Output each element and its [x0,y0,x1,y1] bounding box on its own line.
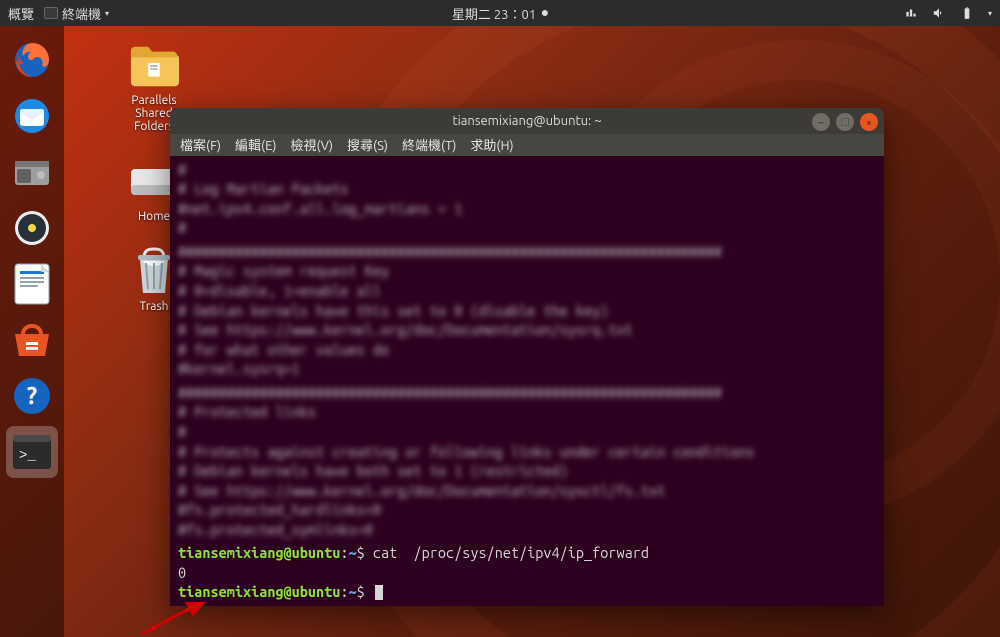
menu-help[interactable]: 求助(H) [470,135,513,154]
terminal-output-blurred: ########################################… [178,242,876,379]
rhythmbox-icon [10,206,54,250]
maximize-icon: ▢ [841,117,849,128]
prompt-path: ~ [349,544,357,561]
menu-terminal[interactable]: 終端機(T) [402,135,456,154]
chevron-down-icon: ▾ [105,9,109,18]
sound-icon[interactable] [932,6,946,20]
app-menu[interactable]: 終端機 ▾ [44,4,109,23]
terminal-output: 0 [178,563,876,583]
activities-button[interactable]: 概覽 [8,4,34,23]
prompt-sigil: $ [357,583,365,600]
top-panel: 概覽 終端機 ▾ 星期二 23：01 ▾ [0,0,1000,26]
terminal-output-blurred: # # Log Martian Packets #net.ipv4.conf.a… [178,160,876,238]
prompt-sep: : [340,583,348,600]
thunderbird-icon [10,94,54,138]
network-icon[interactable] [904,6,918,20]
window-title: tiansemixiang@ubuntu: ~ [452,114,601,128]
panel-right: ▾ [904,6,992,20]
menu-view[interactable]: 檢視(V) [291,135,333,154]
dock-software[interactable] [6,314,58,366]
prompt-sigil: $ [357,544,365,561]
prompt-sep: : [340,544,348,561]
close-button[interactable]: × [860,113,878,131]
prompt-user: tiansemixiang@ubuntu [178,583,340,600]
clock-text: 星期二 23：01 [452,4,536,23]
window-controls: – ▢ × [812,113,878,131]
dock-rhythmbox[interactable] [6,202,58,254]
system-menu-caret-icon[interactable]: ▾ [988,9,992,18]
prompt-user: tiansemixiang@ubuntu [178,544,340,561]
svg-text:?: ? [27,382,38,409]
terminal-prompt-line: tiansemixiang@ubuntu:~$ [178,582,876,602]
panel-clock[interactable]: 星期二 23：01 [452,4,548,23]
dock-terminal[interactable]: >_ [6,426,58,478]
terminal-output-blurred: ########################################… [178,383,876,540]
titlebar[interactable]: tiansemixiang@ubuntu: ~ – ▢ × [170,108,884,134]
ubuntu-software-icon [10,318,54,362]
terminal-window: tiansemixiang@ubuntu: ~ – ▢ × 檔案(F) 編輯(E… [170,108,884,606]
firefox-icon [10,38,54,82]
notification-dot-icon [542,10,548,16]
files-icon [10,150,54,194]
dock-firefox[interactable] [6,34,58,86]
terminal-body[interactable]: # # Log Martian Packets #net.ipv4.conf.a… [170,156,884,606]
folder-icon [129,42,179,90]
terminal-icon: >_ [10,430,54,474]
dock: ? >_ [0,26,64,637]
maximize-button[interactable]: ▢ [836,113,854,131]
menu-search[interactable]: 搜尋(S) [347,135,388,154]
battery-icon[interactable] [960,6,974,20]
dock-writer[interactable] [6,258,58,310]
dock-thunderbird[interactable] [6,90,58,142]
minimize-button[interactable]: – [812,113,830,131]
app-menu-label: 終端機 [62,4,101,23]
prompt-path: ~ [349,583,357,600]
terminal-command: cat /proc/sys/net/ipv4/ip_forward [373,544,649,561]
panel-left: 概覽 終端機 ▾ [8,4,109,23]
menu-edit[interactable]: 編輯(E) [235,135,276,154]
dock-files[interactable] [6,146,58,198]
minimize-icon: – [819,117,824,128]
help-icon: ? [10,374,54,418]
menubar: 檔案(F) 編輯(E) 檢視(V) 搜尋(S) 終端機(T) 求助(H) [170,134,884,156]
terminal-mini-icon [44,7,58,19]
svg-text:>_: >_ [19,448,36,464]
terminal-prompt-line: tiansemixiang@ubuntu:~$ cat /proc/sys/ne… [178,543,876,563]
libreoffice-writer-icon [10,262,54,306]
close-icon: × [866,117,872,128]
menu-file[interactable]: 檔案(F) [180,135,221,154]
dock-help[interactable]: ? [6,370,58,422]
cursor-icon [375,585,383,600]
